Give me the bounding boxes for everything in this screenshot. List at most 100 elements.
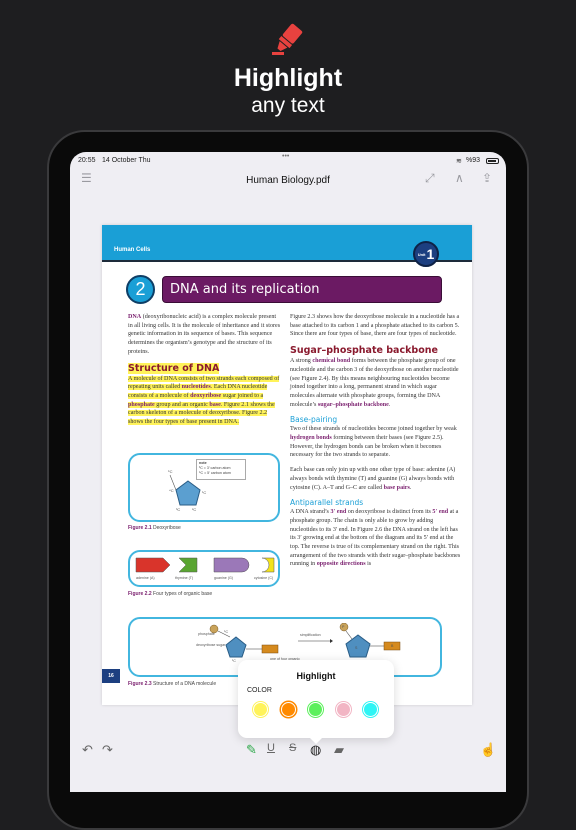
- carbon-label: ¹C: [232, 659, 236, 663]
- battery-icon: [486, 158, 499, 164]
- carbon-label: ⁵C: [168, 469, 173, 474]
- text-run: Two of these strands of nucleotides beco…: [290, 426, 457, 433]
- pdf-page[interactable]: Human Cells Unit 1 2 DNA and its replicat…: [102, 225, 472, 705]
- base-label: cytosine (C): [254, 576, 274, 580]
- base-shapes: [135, 557, 275, 573]
- b-label: B: [391, 644, 394, 648]
- base-label: guanine (G): [214, 576, 233, 580]
- status-date: 14 October Thu: [102, 157, 151, 164]
- text-run: at a phosphate group. The chain is only …: [290, 509, 461, 568]
- paragraph[interactable]: DNA (deoxyribonucleic acid) is a complex…: [128, 313, 282, 357]
- cytosine-shape: [261, 557, 275, 573]
- paragraph[interactable]: Each base can only join up with one othe…: [290, 466, 462, 492]
- caption-number: Figure 2.2: [128, 591, 152, 597]
- text-run: Antiparallel strands: [290, 498, 364, 508]
- keyword: phosphate: [128, 401, 155, 408]
- caption-text: Deoxyribose: [151, 525, 181, 531]
- document-title: Human Biology.pdf: [246, 175, 330, 186]
- paragraph[interactable]: A molecule of DNA consists of two strand…: [128, 375, 282, 427]
- text-run: (deoxyribonucleic acid) is a complex mol…: [128, 314, 281, 355]
- heading[interactable]: Sugar–phosphate backbone: [290, 345, 462, 356]
- figure-2-1-caption: Figure 2.1 Deoxyribose: [128, 525, 181, 531]
- paragraph[interactable]: A strong chemical bond forms between the…: [290, 357, 462, 409]
- caption-text: Structure of a DNA molecule: [151, 681, 217, 687]
- text-run: A DNA strand’s: [290, 509, 331, 516]
- color-swatch[interactable]: [308, 702, 323, 717]
- keyword: base: [209, 401, 221, 408]
- color-swatch[interactable]: [363, 702, 378, 717]
- text-run: Figure 2.3 shows how the deoxyribose mol…: [290, 314, 460, 338]
- text-run: Sugar–phosphate backbone: [290, 345, 438, 357]
- sugar-label: deoxyribose sugar: [196, 643, 226, 647]
- hand-pointer-icon[interactable]: ☝: [480, 742, 496, 758]
- color-label: COLOR: [247, 687, 272, 694]
- battery-percent: %93: [466, 157, 481, 164]
- text-run: .: [388, 401, 391, 408]
- base-label: adenine (A): [136, 576, 155, 580]
- simplification-label: simplification: [300, 633, 321, 637]
- deoxyribose-pentagon: [169, 474, 201, 506]
- chapter-title: DNA and its replication: [162, 276, 442, 303]
- caption-number: Figure 2.1: [128, 525, 152, 531]
- heading[interactable]: Structure of DNA: [128, 362, 282, 374]
- carbon-label: ¹C: [202, 490, 207, 495]
- chapter-number: 2: [126, 275, 155, 304]
- carbon-label: ³C: [176, 507, 181, 512]
- keyword: deoxyribose: [190, 392, 222, 399]
- palette-icon[interactable]: ◍: [310, 742, 321, 758]
- note-title: note: [199, 461, 207, 465]
- paragraph[interactable]: Two of these strands of nucleotides beco…: [290, 425, 462, 460]
- wifi-icon: ≋: [456, 158, 462, 165]
- share-icon[interactable]: ⇪: [482, 171, 492, 185]
- thymine-shape: [178, 557, 198, 573]
- color-swatch[interactable]: [335, 702, 351, 717]
- keyword: hydrogen bonds: [290, 435, 332, 442]
- popover-title: Highlight: [296, 671, 336, 681]
- phosphate-label: phosphate: [198, 632, 215, 636]
- keyword: nucleotides: [181, 384, 211, 391]
- caption-number: Figure 2.3: [128, 681, 152, 687]
- color-swatch[interactable]: [280, 702, 296, 717]
- paragraph[interactable]: Figure 2.3 shows how the deoxyribose mol…: [290, 313, 462, 339]
- section-name: Human Cells: [114, 247, 151, 253]
- highlighter-marker-icon: [270, 22, 306, 61]
- text-run: group and an organic: [154, 401, 210, 408]
- keyword: 5′ end: [432, 509, 449, 516]
- keyword: sugar–phosphate backbone: [317, 401, 389, 408]
- app-screen: 20:55 14 October Thu ••• ≋ %93 ☰ Human B…: [70, 152, 506, 792]
- s-label: S: [355, 646, 358, 650]
- text-run: Each base can only join up with one othe…: [290, 467, 456, 491]
- figure-2-2-caption: Figure 2.2 Four types of organic base: [128, 591, 212, 597]
- text-run: is: [365, 561, 372, 568]
- text-run: on deoxyribose is distinct from its: [346, 509, 433, 516]
- eraser-icon[interactable]: ▰: [334, 742, 344, 758]
- carbon-label: ²C: [192, 507, 197, 512]
- underline-icon[interactable]: U: [267, 742, 275, 754]
- multitask-dots[interactable]: •••: [282, 153, 289, 160]
- heading[interactable]: Base-pairing: [290, 415, 462, 424]
- fullscreen-icon[interactable]: ⤢: [425, 171, 435, 186]
- status-time: 20:55: [78, 157, 96, 164]
- unit-label: Unit: [417, 251, 426, 257]
- heading[interactable]: Antiparallel strands: [290, 498, 462, 507]
- color-swatch[interactable]: [253, 702, 268, 717]
- text-run: .: [409, 484, 412, 491]
- text-run: sugar joined to a: [221, 392, 264, 399]
- strikethrough-icon[interactable]: S: [289, 742, 296, 754]
- promo-title: Highlight: [233, 64, 343, 92]
- highlighter-pen-icon[interactable]: ✎: [246, 742, 257, 758]
- pen-tool-icon[interactable]: ∧: [455, 171, 464, 185]
- redo-icon[interactable]: ↷: [102, 742, 113, 758]
- undo-icon[interactable]: ↶: [82, 742, 93, 758]
- keyword: chemical bond: [312, 358, 351, 365]
- page-number: 16: [102, 669, 120, 683]
- paragraph[interactable]: A DNA strand’s 3′ end on deoxyribose is …: [290, 508, 462, 569]
- text-run: Structure of DNA: [128, 362, 220, 374]
- text-run: Base-pairing: [290, 415, 338, 425]
- adenine-shape: [135, 557, 171, 573]
- promo-subtitle: any text: [251, 94, 325, 117]
- right-column: Figure 2.3 shows how the deoxyribose mol…: [290, 313, 462, 575]
- text-run: forms between the phosphate group of one…: [290, 358, 459, 408]
- unit-number: 1: [426, 246, 435, 262]
- figure-2-1: note ³C = 3′ carbon atom ⁵C = 5′ carbon at…: [128, 453, 280, 522]
